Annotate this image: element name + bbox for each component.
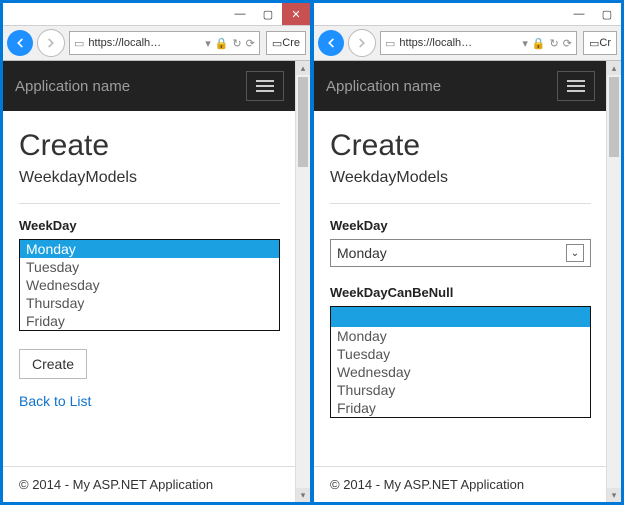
scroll-up-icon[interactable]: ▴	[607, 61, 621, 75]
scrollbar[interactable]: ▴ ▾	[606, 61, 621, 502]
stop-icon[interactable]: ⟳	[563, 37, 572, 50]
app-title: Application name	[15, 78, 130, 95]
weekday-listbox[interactable]: Monday Tuesday Wednesday Thursday Friday	[19, 239, 280, 331]
list-item[interactable]: Tuesday	[20, 258, 279, 276]
tab-favicon: ▭	[272, 37, 282, 50]
weekday-nullable-listbox[interactable]: Monday Tuesday Wednesday Thursday Friday	[330, 306, 591, 418]
page-heading: Create	[19, 129, 280, 163]
refresh-icon[interactable]: ↻	[550, 37, 559, 50]
address-bar-text: https://localh…	[88, 37, 201, 49]
dropdown-icon[interactable]: ▾	[205, 37, 211, 50]
arrow-left-icon	[324, 36, 338, 50]
tab-favicon: ▭	[589, 37, 599, 50]
forward-button[interactable]	[348, 29, 376, 57]
tab-bar: ▭ Cre	[264, 31, 306, 55]
hamburger-icon	[256, 80, 274, 82]
scroll-down-icon[interactable]: ▾	[296, 488, 310, 502]
page: Application name Create WeekdayModels We…	[3, 61, 296, 502]
page-icon: ▭	[385, 37, 395, 50]
browser-toolbar: ▭ https://localh… ▾ 🔒 ↻ ⟳ ▭ Cre	[3, 26, 310, 61]
maximize-button[interactable]: ▢	[254, 3, 282, 25]
chevron-down-icon: ⌄	[566, 244, 584, 262]
page-footer: © 2014 - My ASP.NET Application	[3, 466, 296, 502]
window-left: — ▢ ✕ ▭ https://localh… ▾ 🔒 ↻ ⟳ ▭	[3, 3, 310, 502]
forward-button[interactable]	[37, 29, 65, 57]
scroll-up-icon[interactable]: ▴	[296, 61, 310, 75]
arrow-right-icon	[355, 36, 369, 50]
menu-button[interactable]	[557, 71, 595, 101]
dropdown-icon[interactable]: ▾	[522, 37, 528, 50]
arrow-right-icon	[44, 36, 58, 50]
tab-bar: ▭ Cr	[581, 31, 617, 55]
browser-toolbar: ▭ https://localh… ▾ 🔒 ↻ ⟳ ▭ Cr	[314, 26, 621, 61]
close-button[interactable]: ✕	[282, 3, 310, 25]
maximize-button[interactable]: ▢	[593, 3, 621, 25]
page: Application name Create WeekdayModels We…	[314, 61, 607, 502]
window-right: — ▢ ▭ https://localh… ▾ 🔒 ↻ ⟳ ▭ Cr	[314, 3, 621, 502]
weekday-label: WeekDay	[330, 218, 591, 233]
back-button[interactable]	[7, 30, 33, 56]
list-item[interactable]: Thursday	[331, 381, 590, 399]
weekday-nullable-label: WeekDayCanBeNull	[330, 285, 591, 300]
viewport: Application name Create WeekdayModels We…	[314, 61, 621, 502]
lock-icon: 🔒	[532, 37, 546, 50]
divider	[330, 203, 591, 204]
list-item[interactable]: Friday	[331, 399, 590, 417]
select-value: Monday	[337, 245, 387, 261]
list-item[interactable]: Tuesday	[331, 345, 590, 363]
minimize-button[interactable]: —	[565, 3, 593, 25]
titlebar: — ▢	[314, 3, 621, 26]
back-button[interactable]	[318, 30, 344, 56]
lock-icon: 🔒	[215, 37, 229, 50]
stop-icon[interactable]: ⟳	[246, 37, 255, 50]
address-bar[interactable]: ▭ https://localh… ▾ 🔒 ↻ ⟳	[69, 31, 260, 55]
scroll-thumb[interactable]	[298, 77, 308, 167]
page-icon: ▭	[74, 37, 84, 50]
browser-tab[interactable]: ▭ Cr	[583, 31, 617, 55]
page-subheading: WeekdayModels	[19, 169, 280, 187]
page-content: Create WeekdayModels WeekDay Monday Tues…	[3, 111, 296, 421]
refresh-icon[interactable]: ↻	[232, 37, 241, 50]
weekday-select[interactable]: Monday ⌄	[330, 239, 591, 267]
back-to-list-link[interactable]: Back to List	[19, 393, 280, 409]
list-item[interactable]: Thursday	[20, 294, 279, 312]
app-navbar: Application name	[3, 61, 296, 111]
hamburger-icon	[567, 80, 585, 82]
divider	[19, 203, 280, 204]
page-content: Create WeekdayModels WeekDay Monday ⌄ We…	[314, 111, 607, 430]
page-heading: Create	[330, 129, 591, 163]
page-subheading: WeekdayModels	[330, 169, 591, 187]
menu-button[interactable]	[246, 71, 284, 101]
viewport: Application name Create WeekdayModels We…	[3, 61, 310, 502]
tab-title: Cr	[599, 37, 611, 49]
titlebar: — ▢ ✕	[3, 3, 310, 26]
list-item-blank[interactable]	[331, 307, 590, 327]
minimize-button[interactable]: —	[226, 3, 254, 25]
scroll-thumb[interactable]	[609, 77, 619, 157]
arrow-left-icon	[13, 36, 27, 50]
browser-tab[interactable]: ▭ Cre	[266, 31, 306, 55]
app-title: Application name	[326, 78, 441, 95]
list-item[interactable]: Friday	[20, 312, 279, 330]
list-item[interactable]: Monday	[331, 327, 590, 345]
app-navbar: Application name	[314, 61, 607, 111]
create-button[interactable]: Create	[19, 349, 87, 379]
weekday-label: WeekDay	[19, 218, 280, 233]
tab-title: Cre	[282, 37, 300, 49]
page-footer: © 2014 - My ASP.NET Application	[314, 466, 607, 502]
list-item[interactable]: Wednesday	[331, 363, 590, 381]
address-bar-text: https://localh…	[399, 37, 518, 49]
scroll-down-icon[interactable]: ▾	[607, 488, 621, 502]
scrollbar[interactable]: ▴ ▾	[295, 61, 310, 502]
list-item[interactable]: Monday	[20, 240, 279, 258]
address-bar[interactable]: ▭ https://localh… ▾ 🔒 ↻ ⟳	[380, 31, 577, 55]
list-item[interactable]: Wednesday	[20, 276, 279, 294]
